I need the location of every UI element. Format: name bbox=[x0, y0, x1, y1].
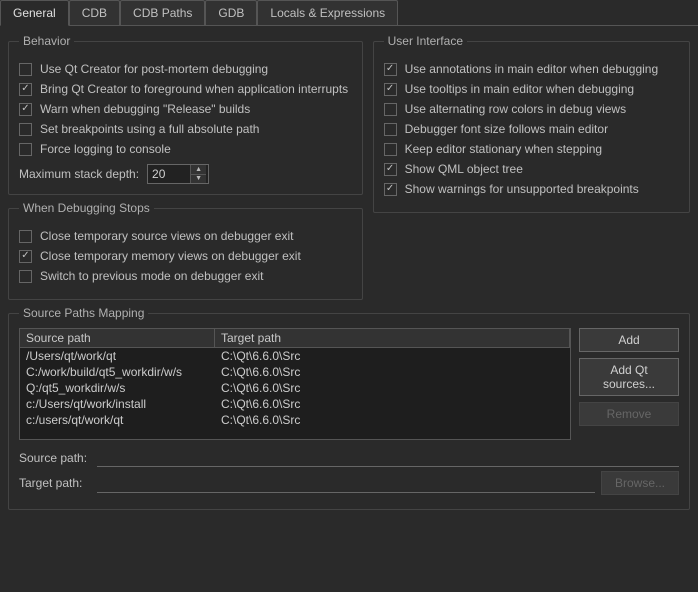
lbl-font-follow[interactable]: Debugger font size follows main editor bbox=[405, 122, 608, 136]
remove-button[interactable]: Remove bbox=[579, 402, 679, 426]
tab-general[interactable]: General bbox=[0, 0, 69, 26]
target-path-input[interactable] bbox=[97, 474, 595, 493]
lbl-annotations[interactable]: Use annotations in main editor when debu… bbox=[405, 62, 659, 76]
lbl-abs-breakpoints[interactable]: Set breakpoints using a full absolute pa… bbox=[40, 122, 259, 136]
cell-source: c:/Users/qt/work/install bbox=[20, 396, 215, 412]
chk-alt-rows[interactable] bbox=[384, 103, 397, 116]
stops-group: When Debugging Stops Close temporary sou… bbox=[8, 201, 363, 300]
behavior-group: Behavior Use Qt Creator for post-mortem … bbox=[8, 34, 363, 195]
lbl-postmortem[interactable]: Use Qt Creator for post-mortem debugging bbox=[40, 62, 268, 76]
chk-warn-bp[interactable] bbox=[384, 183, 397, 196]
tab-gdb[interactable]: GDB bbox=[205, 0, 257, 25]
table-row[interactable]: /Users/qt/work/qtC:\Qt\6.6.0\Src bbox=[20, 348, 570, 364]
chk-switch-prev[interactable] bbox=[19, 270, 32, 283]
add-button[interactable]: Add bbox=[579, 328, 679, 352]
target-path-label: Target path: bbox=[19, 476, 91, 490]
chk-warn-release[interactable] bbox=[19, 103, 32, 116]
lbl-switch-prev[interactable]: Switch to previous mode on debugger exit bbox=[40, 269, 263, 283]
lbl-close-mem[interactable]: Close temporary memory views on debugger… bbox=[40, 249, 301, 263]
source-path-label: Source path: bbox=[19, 451, 91, 465]
cell-target: C:\Qt\6.6.0\Src bbox=[215, 348, 570, 364]
lbl-keep-stationary[interactable]: Keep editor stationary when stepping bbox=[405, 142, 602, 156]
cell-source: Q:/qt5_workdir/w/s bbox=[20, 380, 215, 396]
tab-locals-expressions[interactable]: Locals & Expressions bbox=[257, 0, 398, 25]
cell-source: /Users/qt/work/qt bbox=[20, 348, 215, 364]
table-row[interactable]: c:/users/qt/work/qtC:\Qt\6.6.0\Src bbox=[20, 412, 570, 428]
tab-bar: General CDB CDB Paths GDB Locals & Expre… bbox=[0, 0, 698, 26]
lbl-warn-release[interactable]: Warn when debugging "Release" builds bbox=[40, 102, 250, 116]
chk-font-follow[interactable] bbox=[384, 123, 397, 136]
path-table[interactable]: Source path Target path /Users/qt/work/q… bbox=[19, 328, 571, 440]
max-stack-label: Maximum stack depth: bbox=[19, 167, 139, 181]
chk-bring-foreground[interactable] bbox=[19, 83, 32, 96]
stops-legend: When Debugging Stops bbox=[19, 201, 154, 215]
cell-target: C:\Qt\6.6.0\Src bbox=[215, 412, 570, 428]
lbl-tooltips[interactable]: Use tooltips in main editor when debuggi… bbox=[405, 82, 634, 96]
table-row[interactable]: c:/Users/qt/work/installC:\Qt\6.6.0\Src bbox=[20, 396, 570, 412]
spin-down-icon[interactable]: ▼ bbox=[191, 175, 206, 184]
lbl-qml-tree[interactable]: Show QML object tree bbox=[405, 162, 523, 176]
ui-group: User Interface Use annotations in main e… bbox=[373, 34, 690, 213]
behavior-legend: Behavior bbox=[19, 34, 74, 48]
lbl-alt-rows[interactable]: Use alternating row colors in debug view… bbox=[405, 102, 626, 116]
mapping-group: Source Paths Mapping Source path Target … bbox=[8, 306, 690, 510]
lbl-bring-foreground[interactable]: Bring Qt Creator to foreground when appl… bbox=[40, 82, 348, 96]
table-row[interactable]: Q:/qt5_workdir/w/sC:\Qt\6.6.0\Src bbox=[20, 380, 570, 396]
spin-up-icon[interactable]: ▲ bbox=[191, 165, 206, 175]
chk-force-log[interactable] bbox=[19, 143, 32, 156]
lbl-warn-bp[interactable]: Show warnings for unsupported breakpoint… bbox=[405, 182, 639, 196]
max-stack-input[interactable] bbox=[148, 165, 190, 183]
source-path-input[interactable] bbox=[97, 448, 679, 467]
lbl-close-src[interactable]: Close temporary source views on debugger… bbox=[40, 229, 293, 243]
mapping-legend: Source Paths Mapping bbox=[19, 306, 148, 320]
cell-target: C:\Qt\6.6.0\Src bbox=[215, 364, 570, 380]
table-row[interactable]: C:/work/build/qt5_workdir/w/sC:\Qt\6.6.0… bbox=[20, 364, 570, 380]
col-source-header[interactable]: Source path bbox=[20, 329, 215, 348]
browse-button[interactable]: Browse... bbox=[601, 471, 679, 495]
cell-source: c:/users/qt/work/qt bbox=[20, 412, 215, 428]
tab-cdb[interactable]: CDB bbox=[69, 0, 120, 25]
ui-legend: User Interface bbox=[384, 34, 467, 48]
chk-keep-stationary[interactable] bbox=[384, 143, 397, 156]
cell-source: C:/work/build/qt5_workdir/w/s bbox=[20, 364, 215, 380]
chk-close-src[interactable] bbox=[19, 230, 32, 243]
add-qt-sources-button[interactable]: Add Qt sources... bbox=[579, 358, 679, 396]
chk-tooltips[interactable] bbox=[384, 83, 397, 96]
chk-close-mem[interactable] bbox=[19, 250, 32, 263]
cell-target: C:\Qt\6.6.0\Src bbox=[215, 396, 570, 412]
chk-annotations[interactable] bbox=[384, 63, 397, 76]
col-target-header[interactable]: Target path bbox=[215, 329, 570, 348]
max-stack-spinbox[interactable]: ▲ ▼ bbox=[147, 164, 209, 184]
chk-abs-breakpoints[interactable] bbox=[19, 123, 32, 136]
chk-postmortem[interactable] bbox=[19, 63, 32, 76]
lbl-force-log[interactable]: Force logging to console bbox=[40, 142, 171, 156]
chk-qml-tree[interactable] bbox=[384, 163, 397, 176]
cell-target: C:\Qt\6.6.0\Src bbox=[215, 380, 570, 396]
tab-cdb-paths[interactable]: CDB Paths bbox=[120, 0, 205, 25]
